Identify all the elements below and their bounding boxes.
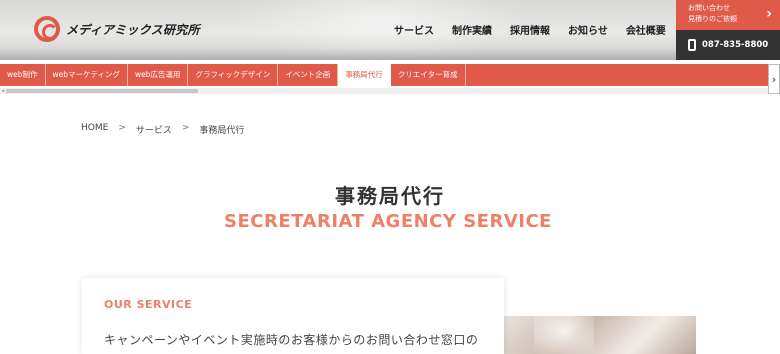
chevron-right-icon: › <box>766 6 772 22</box>
site-header: メディアミックス研究所 サービス 制作実績 採用情報 お知らせ 会社概要 お問い… <box>0 0 780 60</box>
phone-number: 087-835-8800 <box>702 40 769 50</box>
horizontal-scrollbar[interactable]: ◂ <box>0 88 768 94</box>
main-nav: サービス 制作実績 採用情報 お知らせ 会社概要 <box>394 22 684 37</box>
nav-item-recruit[interactable]: 採用情報 <box>510 22 550 37</box>
subnav-item-web-ads[interactable]: web広告運用 <box>128 64 189 86</box>
subnav-item-secretariat[interactable]: 事務局代行 <box>338 64 391 86</box>
subnav-item-graphic-design[interactable]: グラフィックデザイン <box>188 64 279 86</box>
phone-link[interactable]: 087-835-8800 <box>676 30 780 60</box>
subnav-item-web-marketing[interactable]: webマーケティング <box>46 64 128 86</box>
nav-item-news[interactable]: お知らせ <box>568 22 608 37</box>
phone-icon <box>688 39 696 51</box>
subnav-item-creator-training[interactable]: クリエイター育成 <box>391 64 466 86</box>
breadcrumb-separator: > <box>118 123 126 133</box>
spiral-logo-icon <box>34 16 60 42</box>
breadcrumb-home[interactable]: HOME <box>81 123 108 136</box>
page-title: 事務局代行 <box>335 184 445 208</box>
service-card: OUR SERVICE キャンペーンやイベント実施時のお客様からのお問い合わせ窓… <box>82 278 504 354</box>
breadcrumb-separator: > <box>181 123 190 133</box>
nav-item-service[interactable]: サービス <box>394 22 434 37</box>
site-logo[interactable]: メディアミックス研究所 <box>34 16 200 42</box>
service-photo <box>504 316 696 354</box>
service-heading: OUR SERVICE <box>104 298 193 311</box>
logo-text: メディアミックス研究所 <box>66 22 200 37</box>
contact-box: お問い合わせ 見積りのご依頼 › 087-835-8800 <box>676 0 780 60</box>
subnav-item-event-planning[interactable]: イベント企画 <box>278 64 339 86</box>
service-text: キャンペーンやイベント実施時のお客様からのお問い合わせ窓口の <box>104 333 479 347</box>
subnav-next-button[interactable]: › <box>768 64 780 94</box>
breadcrumb-current: 事務局代行 <box>199 126 245 136</box>
subnav-item-web-production[interactable]: web制作 <box>0 64 46 86</box>
nav-item-works[interactable]: 制作実績 <box>452 22 492 37</box>
breadcrumb-service[interactable]: サービス <box>136 123 172 136</box>
contact-button[interactable]: お問い合わせ 見積りのご依頼 › <box>676 0 780 30</box>
service-subnav: web制作 webマーケティング web広告運用 グラフィックデザイン イベント… <box>0 64 768 86</box>
page-subtitle: SECRETARIAT AGENCY SERVICE <box>224 211 552 232</box>
breadcrumb: HOME > サービス > 事務局代行 <box>81 123 254 136</box>
scrollbar-thumb[interactable] <box>6 89 198 93</box>
nav-item-company[interactable]: 会社概要 <box>626 22 666 37</box>
